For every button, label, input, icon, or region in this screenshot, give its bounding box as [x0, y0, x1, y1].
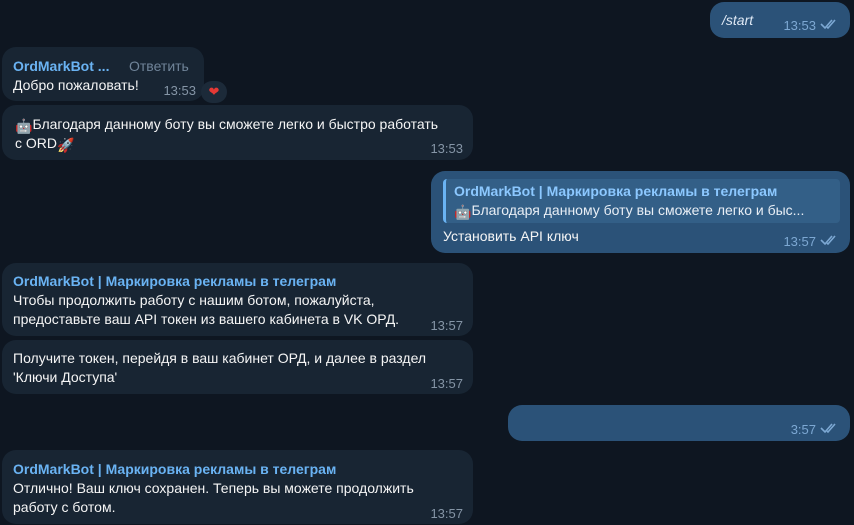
message-time: 13:57 [783, 234, 816, 249]
incoming-message-token-request[interactable]: OrdMarkBot | Маркировка рекламы в телегр… [2, 263, 473, 336]
double-check-icon [820, 19, 836, 30]
message-text: Чтобы продолжить работу с нашим ботом, п… [13, 292, 375, 308]
heart-icon: ❤ [208, 84, 220, 99]
message-time: 13:57 [430, 376, 463, 391]
incoming-message-welcome[interactable]: OrdMarkBot ... Ответить Добро пожаловать… [2, 47, 204, 101]
quote-sender: OrdMarkBot | Маркировка рекламы в телегр… [454, 183, 778, 199]
message-sender: OrdMarkBot ... [13, 58, 110, 74]
heart-reaction[interactable]: ❤ [201, 81, 227, 103]
message-text-line2: работу с ботом. [13, 499, 116, 515]
chat-history: /start 13:53 OrdMarkBot ... Ответить Доб… [0, 0, 854, 525]
message-time: 13:53 [783, 18, 816, 33]
reply-quote[interactable]: OrdMarkBot | Маркировка рекламы в телегр… [443, 179, 840, 223]
message-text: Добро пожаловать! [13, 77, 139, 93]
robot-icon: 🤖 [454, 204, 472, 220]
message-text: Получите токен, перейдя в ваш кабинет ОР… [13, 350, 427, 366]
message-time: 13:57 [430, 506, 463, 521]
message-text: Установить API ключ [443, 228, 579, 244]
outgoing-message-api-key[interactable]: 3:57 [508, 405, 850, 441]
message-time: 13:57 [430, 318, 463, 333]
message-sender: OrdMarkBot | Маркировка рекламы в телегр… [13, 461, 337, 477]
reply-button[interactable]: Ответить [129, 57, 189, 76]
message-text: Отлично! Ваш ключ сохранен. Теперь вы мо… [13, 480, 414, 496]
rocket-icon: 🚀 [57, 137, 75, 153]
message-text-line2: 'Ключи Доступа' [13, 369, 118, 385]
message-time: 13:53 [430, 141, 463, 156]
message-text: 🤖Благодаря данному боту вы сможете легко… [15, 116, 439, 134]
message-time: 13:53 [163, 83, 196, 98]
message-sender: OrdMarkBot | Маркировка рекламы в телегр… [13, 273, 337, 289]
incoming-message-intro[interactable]: 🤖Благодаря данному боту вы сможете легко… [2, 105, 473, 160]
double-check-icon [820, 235, 836, 246]
message-text-line2: предоставьте ваш API токен из вашего каб… [13, 311, 400, 327]
message-text-line2: с ORD🚀 [15, 135, 75, 153]
incoming-message-key-saved[interactable]: OrdMarkBot | Маркировка рекламы в телегр… [2, 450, 473, 524]
quote-text: 🤖Благодаря данному боту вы сможете легко… [454, 202, 805, 220]
outgoing-message-start[interactable]: /start 13:53 [710, 2, 850, 38]
outgoing-message-set-api-key[interactable]: OrdMarkBot | Маркировка рекламы в телегр… [431, 171, 850, 253]
double-check-icon [820, 423, 836, 434]
incoming-message-instructions[interactable]: Получите токен, перейдя в ваш кабинет ОР… [2, 340, 473, 394]
message-text: /start [722, 12, 754, 28]
message-time: 3:57 [790, 422, 816, 437]
